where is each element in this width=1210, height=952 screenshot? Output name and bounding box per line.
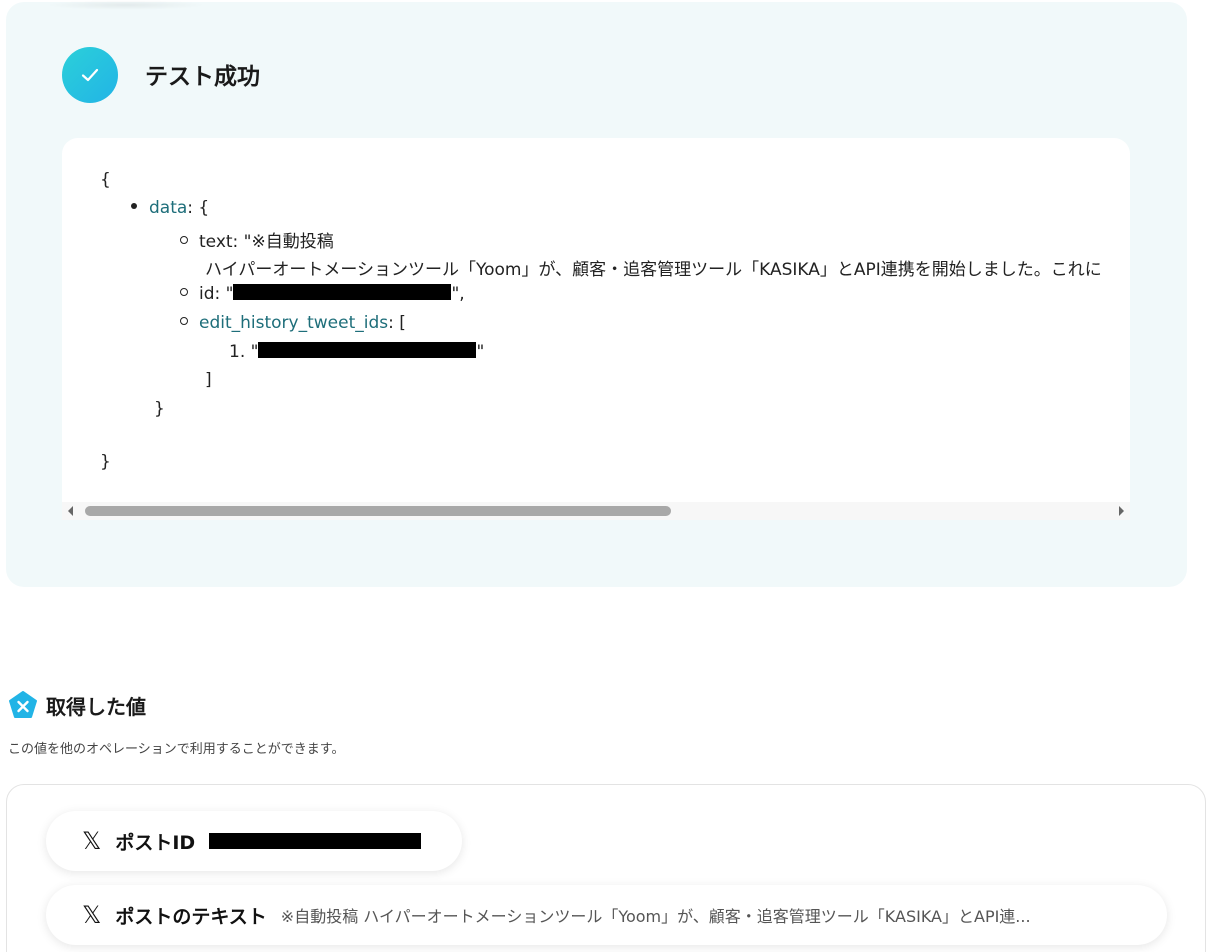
circle-bullet-icon bbox=[180, 317, 188, 325]
obtained-values-box: 𝕏 ポストID 𝕏 ポストのテキスト ※自動投稿 ハイパーオートメーションツール… bbox=[6, 784, 1206, 952]
json-key-data: data bbox=[149, 198, 188, 218]
json-key-edit-history: edit_history_tweet_ids bbox=[199, 313, 389, 333]
check-circle-icon bbox=[62, 47, 118, 103]
json-data-open: : { bbox=[187, 198, 210, 218]
obtained-values-description: この値を他のオペレーションで利用することができます。 bbox=[8, 742, 345, 757]
bullet-icon bbox=[131, 203, 137, 209]
json-edit-open: : [ bbox=[388, 313, 406, 333]
circle-bullet-icon bbox=[180, 236, 188, 244]
json-list-close: ] bbox=[205, 370, 212, 390]
redacted-post-id bbox=[209, 833, 422, 849]
json-id-line: id: " ", bbox=[180, 284, 465, 304]
json-close-brace: } bbox=[100, 452, 111, 472]
json-open-brace: { bbox=[100, 170, 111, 190]
variable-icon bbox=[9, 691, 37, 718]
scrollbar-thumb[interactable] bbox=[85, 506, 671, 516]
scroll-left-arrow-icon[interactable] bbox=[68, 506, 73, 516]
json-data-line: data: { bbox=[131, 198, 209, 218]
json-text-continuation: ハイパーオートメーションツール「Yoom」が、顧客・追客管理ツール「KASIKA… bbox=[205, 260, 1102, 280]
test-result-panel: テスト成功 { data: { text: "※自動投稿 ハイパーオートメーショ… bbox=[6, 0, 1187, 587]
json-list-item-prefix: 1. " bbox=[229, 342, 259, 362]
obtained-values-heading: 取得した値 bbox=[8, 690, 146, 720]
json-list-item: 1. " " bbox=[229, 342, 484, 362]
json-text-value: text: "※自動投稿 bbox=[199, 232, 334, 252]
json-data-close: } bbox=[154, 399, 165, 419]
horizontal-scrollbar[interactable] bbox=[62, 502, 1130, 520]
x-logo-icon: 𝕏 bbox=[82, 901, 102, 929]
circle-bullet-icon bbox=[180, 288, 188, 296]
scroll-right-arrow-icon[interactable] bbox=[1119, 506, 1124, 516]
chip-label: ポストID bbox=[115, 831, 196, 854]
chip-value: ※自動投稿 ハイパーオートメーションツール「Yoom」が、顧客・追客管理ツール「… bbox=[280, 907, 1031, 926]
redacted-id bbox=[233, 284, 452, 300]
obtained-values-title: 取得した値 bbox=[46, 694, 146, 719]
post-text-chip[interactable]: 𝕏 ポストのテキスト ※自動投稿 ハイパーオートメーションツール「Yoom」が、… bbox=[46, 885, 1167, 945]
post-id-chip[interactable]: 𝕏 ポストID bbox=[46, 811, 462, 871]
json-output-box: { data: { text: "※自動投稿 ハイパーオートメーションツール「Y… bbox=[62, 138, 1130, 520]
chip-label: ポストのテキスト bbox=[115, 905, 267, 928]
json-id-suffix: ", bbox=[451, 284, 465, 304]
json-edit-history-line: edit_history_tweet_ids: [ bbox=[180, 313, 406, 333]
json-content: { data: { text: "※自動投稿 ハイパーオートメーションツール「Y… bbox=[62, 138, 1130, 502]
test-success-title: テスト成功 bbox=[145, 64, 260, 90]
json-list-item-suffix: " bbox=[476, 342, 485, 362]
json-id-prefix: id: " bbox=[199, 284, 234, 304]
panel-shadow bbox=[46, 0, 206, 10]
x-logo-icon: 𝕏 bbox=[82, 827, 102, 855]
redacted-edit-id bbox=[258, 342, 477, 358]
json-text-line: text: "※自動投稿 bbox=[180, 227, 334, 252]
